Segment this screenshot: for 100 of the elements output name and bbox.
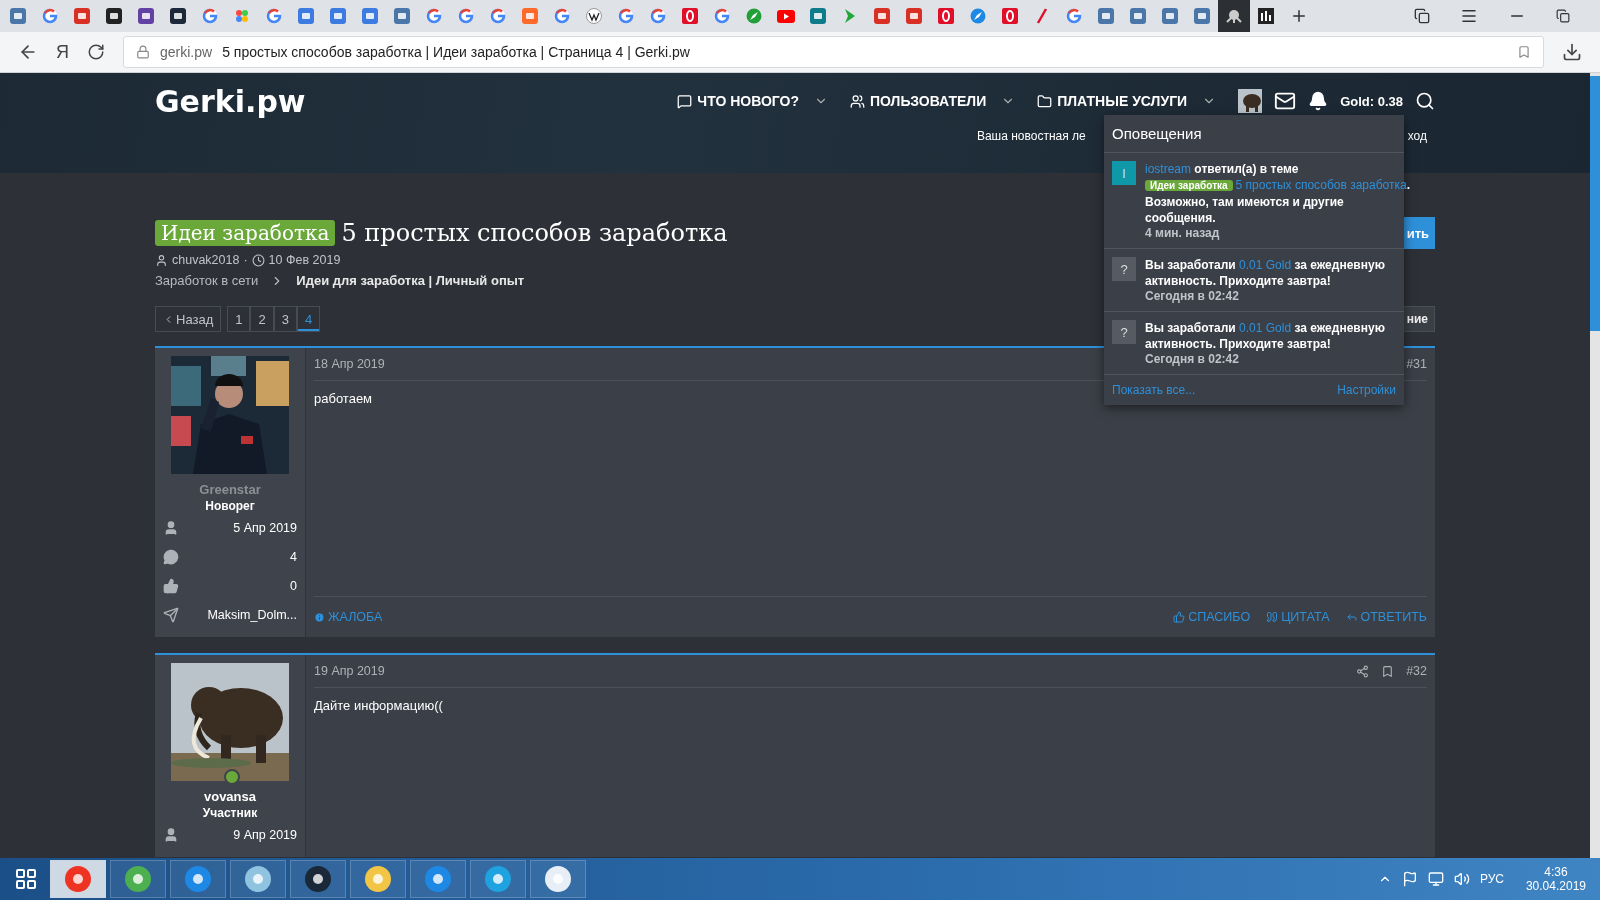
bookmark-icon[interactable] (1517, 45, 1531, 59)
username[interactable]: Greenstar (199, 482, 261, 497)
folder-icon (1037, 93, 1053, 109)
reply-button[interactable]: ить (1403, 217, 1435, 249)
arrow-icon[interactable] (843, 8, 857, 24)
opera-icon[interactable] (938, 8, 954, 24)
tabs-icon[interactable] (1414, 8, 1430, 24)
post-date[interactable]: 18 Апр 2019 (314, 357, 385, 371)
page-button[interactable]: 3 (273, 306, 297, 332)
page-button[interactable]: 2 (250, 306, 274, 332)
nav-link[interactable]: ПОЛЬЗОВАТЕЛИ (850, 93, 1016, 109)
notification-avatar: I (1112, 161, 1136, 185)
username[interactable]: vovansa (203, 789, 256, 804)
leaf-icon[interactable] (746, 8, 762, 24)
paper-plane-icon (163, 606, 179, 623)
bookmark-icon[interactable] (1381, 664, 1395, 678)
page-button[interactable]: 1 (227, 306, 251, 332)
nav-link[interactable]: ПЛАТНЫЕ УСЛУГИ (1037, 93, 1217, 109)
language-indicator[interactable]: РУС (1479, 872, 1504, 886)
person-icon (163, 519, 179, 536)
separator-dot: · (243, 253, 248, 267)
bell-icon[interactable] (1308, 91, 1329, 111)
globe-icon[interactable] (586, 8, 602, 24)
post-date[interactable]: 19 Апр 2019 (314, 664, 385, 678)
thread-title: 5 простых способов заработка (341, 219, 728, 247)
compass-icon[interactable] (970, 8, 986, 24)
google-icon[interactable] (1066, 8, 1082, 24)
google-icon[interactable] (42, 8, 58, 24)
google-icon[interactable] (202, 8, 218, 24)
balance-text: Gold: 0.38 (1340, 93, 1403, 109)
google-icon[interactable] (554, 8, 570, 24)
mail-icon[interactable] (1274, 90, 1297, 112)
app-icon (124, 865, 152, 893)
volume-icon[interactable] (1453, 871, 1470, 887)
breadcrumb-link[interactable]: Идеи для заработка | Личный опыт (296, 273, 525, 288)
menu-icon[interactable] (1460, 7, 1478, 25)
square-icon[interactable] (522, 8, 538, 24)
square-icon[interactable] (906, 8, 922, 24)
user-avatar-icon[interactable] (1238, 89, 1263, 113)
settings-link[interactable]: Настройки (1337, 383, 1396, 397)
scrollbar[interactable] (1590, 73, 1600, 858)
opera-icon[interactable] (1002, 8, 1018, 24)
chart-icon[interactable] (1258, 8, 1274, 24)
logout-link[interactable]: ход (1407, 129, 1427, 143)
post-number[interactable]: #32 (1406, 664, 1427, 678)
google-icon[interactable] (426, 8, 442, 24)
notification-time: Сегодня в 02:42 (1145, 289, 1240, 303)
show-all-link[interactable]: Показать все... (1112, 383, 1196, 397)
square-icon[interactable] (874, 8, 890, 24)
flag-icon[interactable] (1401, 871, 1418, 887)
share-icon[interactable] (1356, 664, 1370, 678)
clock-time[interactable]: 4:36 (1544, 865, 1568, 879)
popup-title: Оповещения (1112, 125, 1202, 142)
prev-page-button[interactable]: Назад (155, 306, 222, 332)
amount-link[interactable]: 0.01 Gold (1239, 321, 1292, 335)
author-name[interactable]: chuvak2018 (172, 253, 240, 267)
post-action-link[interactable]: СПАСИБО (1173, 610, 1251, 624)
app-icon (484, 865, 512, 893)
play-icon[interactable] (777, 9, 795, 23)
app-icon (64, 865, 92, 893)
page-button[interactable]: 4 (296, 306, 321, 332)
user-link[interactable]: iostream (1145, 162, 1191, 176)
new-tab-icon[interactable] (1290, 7, 1308, 25)
google-icon[interactable] (618, 8, 634, 24)
user-role: Участник (202, 806, 258, 820)
address-field[interactable]: gerki.pw 5 простых способов заработка | Идеи заработка | Страница 4 | Gerki.pw (123, 36, 1544, 68)
thread-link[interactable]: 5 простых способов заработка (1235, 178, 1407, 192)
reply-icon (1345, 611, 1358, 623)
restore-icon[interactable] (1556, 9, 1570, 23)
news-feed-link[interactable]: Ваша новостная ле (976, 129, 1086, 143)
report-link[interactable]: ЖАЛОБА (314, 610, 383, 624)
square-icon[interactable] (74, 8, 90, 24)
google-icon[interactable] (714, 8, 730, 24)
thumbs-up-icon (1173, 611, 1186, 623)
download-icon[interactable] (1562, 42, 1582, 62)
octopus-icon[interactable] (1225, 8, 1243, 24)
post-action-link[interactable]: ЦИТАТА (1266, 610, 1330, 624)
clock-icon (251, 253, 265, 267)
app-icon (244, 865, 272, 893)
pen-icon[interactable] (1036, 8, 1048, 24)
google-icon[interactable] (458, 8, 474, 24)
dots-icon[interactable] (234, 8, 250, 24)
site-logo[interactable]: Gerki.pw (155, 83, 306, 119)
notification-time: Сегодня в 02:42 (1145, 352, 1240, 366)
reload-icon[interactable] (87, 43, 105, 61)
post-text: Дайте информацию(( (314, 698, 443, 713)
google-icon[interactable] (490, 8, 506, 24)
network-icon[interactable] (1427, 871, 1444, 887)
post-number[interactable]: #31 (1406, 357, 1427, 371)
google-icon[interactable] (266, 8, 282, 24)
clock-date[interactable]: 30.04.2019 (1525, 879, 1586, 893)
amount-link[interactable]: 0.01 Gold (1239, 258, 1292, 272)
nav-link[interactable]: ЧТО НОВОГО? (677, 93, 828, 109)
google-icon[interactable] (650, 8, 666, 24)
lock-icon (136, 45, 150, 59)
home-button[interactable]: Я (56, 41, 69, 63)
search-icon[interactable] (1415, 91, 1435, 111)
opera-icon[interactable] (682, 8, 698, 24)
breadcrumb-link[interactable]: Заработок в сети (155, 273, 259, 288)
post-action-link[interactable]: ОТВЕТИТЬ (1345, 610, 1427, 624)
